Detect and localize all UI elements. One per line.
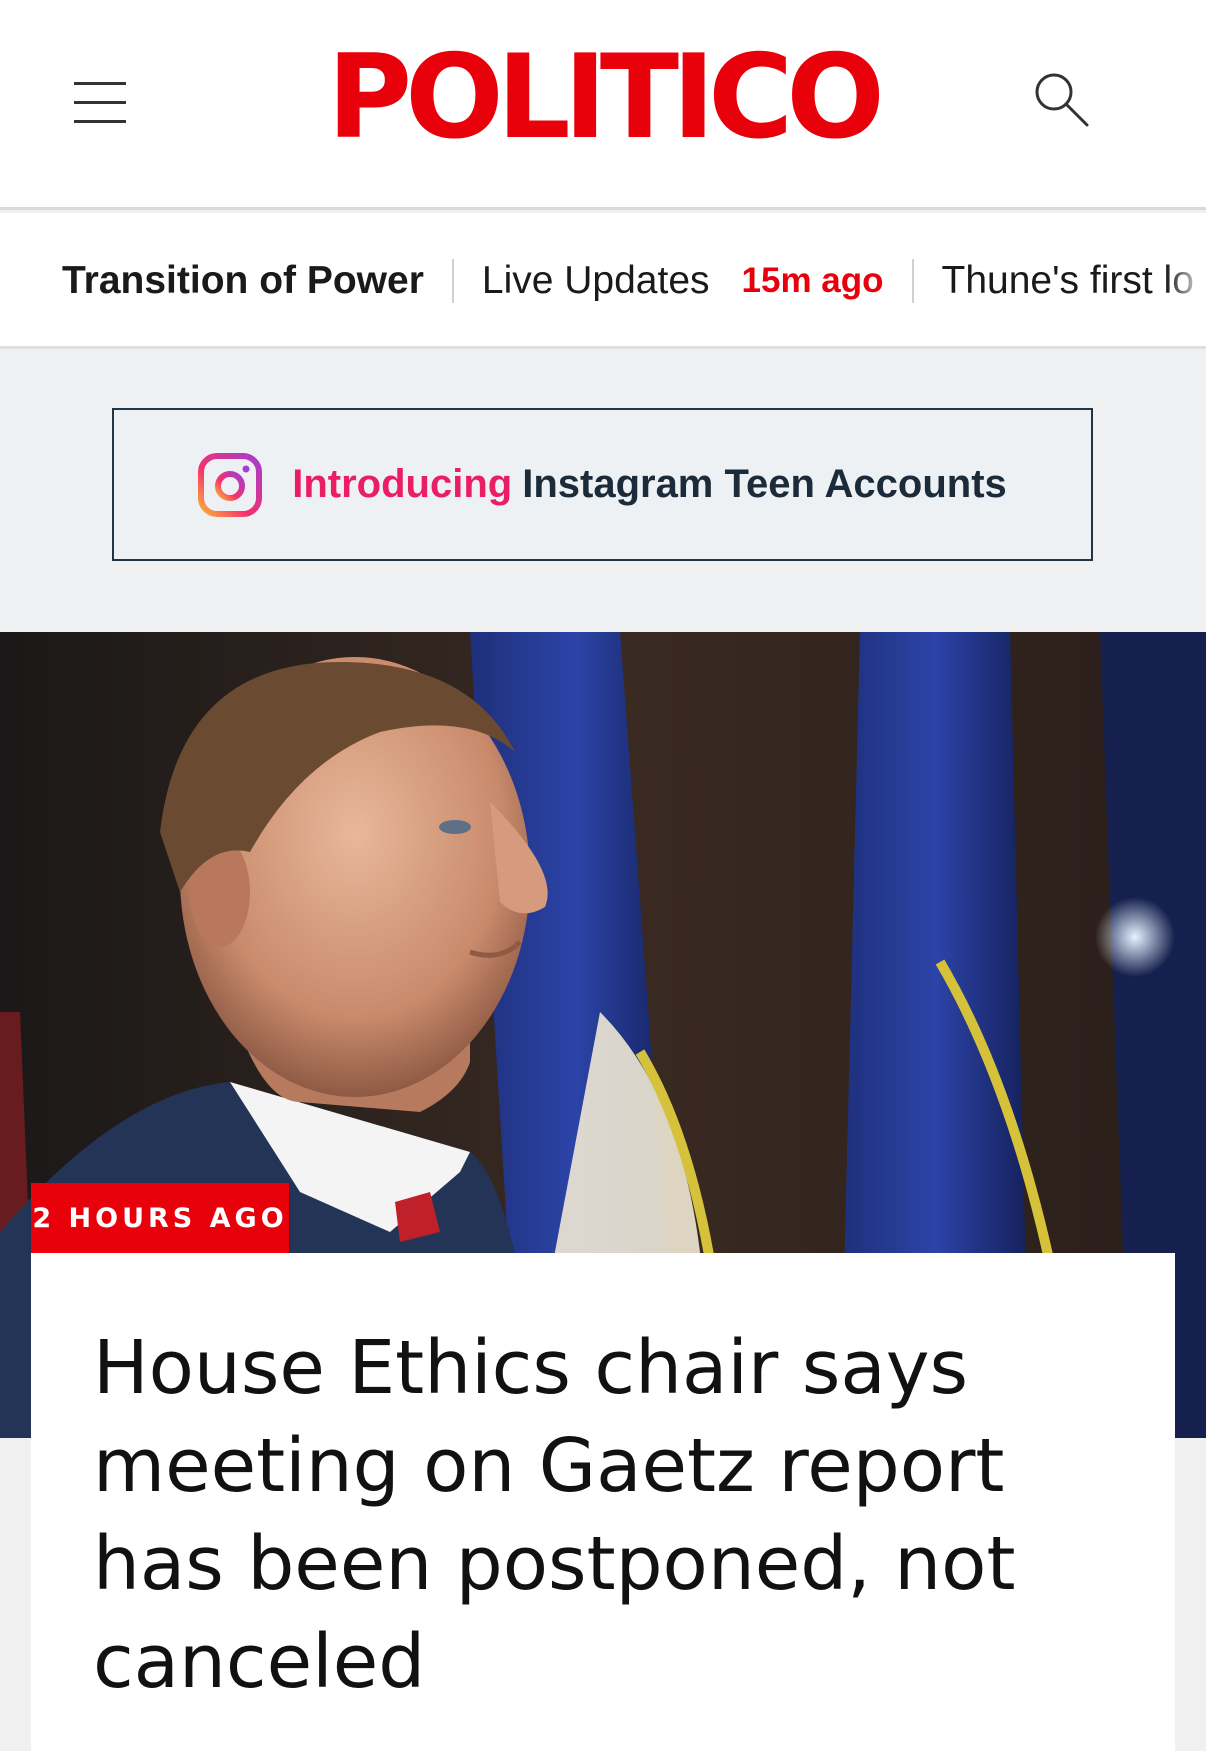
instagram-ad-banner[interactable]: Introducing Instagram Teen Accounts: [112, 408, 1093, 561]
ad-container: Introducing Instagram Teen Accounts: [0, 352, 1206, 632]
ad-intro-text: Introducing: [292, 462, 513, 506]
nav-item-live-updates-time: 15m ago: [741, 261, 884, 300]
nav-divider: [911, 259, 914, 303]
instagram-icon: [198, 452, 263, 517]
nav-item-thune[interactable]: Thune's first lo: [942, 259, 1194, 303]
article-timestamp-badge: 2 HOURS AGO: [31, 1183, 289, 1253]
topic-nav-strip: Transition of Power Live Updates 15m ago…: [0, 213, 1206, 349]
search-icon[interactable]: [1032, 70, 1092, 130]
hamburger-menu-icon[interactable]: [74, 82, 126, 123]
nav-divider: [451, 259, 454, 303]
politico-logo[interactable]: POLITICO: [327, 38, 885, 158]
nav-item-transition-of-power[interactable]: Transition of Power: [62, 259, 424, 303]
ad-text: Instagram Teen Accounts: [522, 462, 1007, 506]
site-header: POLITICO: [0, 0, 1206, 210]
article-headline[interactable]: House Ethics chair says meeting on Gaetz…: [93, 1319, 1133, 1711]
nav-item-live-updates[interactable]: Live Updates: [482, 259, 710, 303]
article-headline-card[interactable]: House Ethics chair says meeting on Gaetz…: [31, 1253, 1175, 1751]
